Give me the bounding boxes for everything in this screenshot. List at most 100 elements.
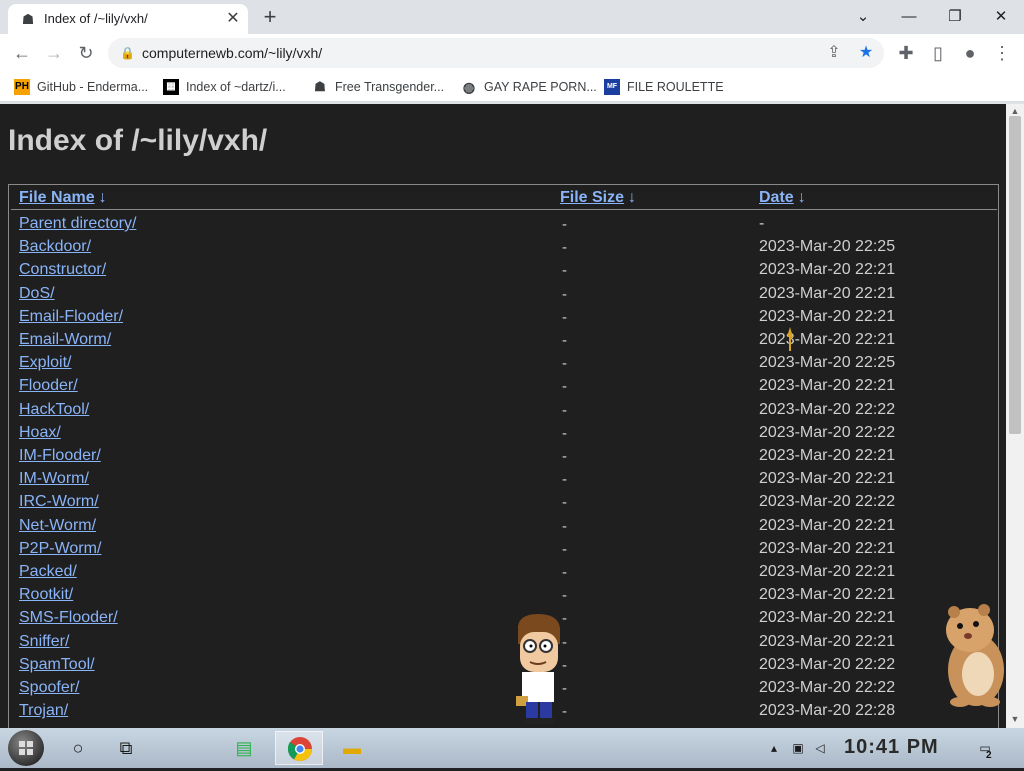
scroll-down-icon[interactable]: ▼: [1009, 714, 1021, 724]
file-date: 2023-Mar-20 22:22: [759, 679, 896, 696]
profile-avatar-icon[interactable]: ●: [958, 41, 982, 65]
chrome-icon: [287, 737, 312, 762]
search-circle-icon[interactable]: ○: [64, 734, 92, 762]
sort-by-size-header[interactable]: File Size ↓: [560, 189, 636, 207]
tab-favicon-icon: ☗: [21, 11, 35, 27]
table-row: SMS-Flooder/-2023-Mar-20 22:21: [9, 607, 999, 630]
file-explorer-icon[interactable]: ▬: [338, 734, 366, 762]
bookmark-item[interactable]: ☗ Free Transgender...: [312, 77, 444, 97]
tab-search-icon[interactable]: ⌄: [840, 4, 886, 30]
file-size: -: [562, 517, 567, 535]
task-view-icon[interactable]: ⧉: [112, 734, 140, 762]
restore-button[interactable]: ❐: [932, 4, 978, 30]
file-link[interactable]: Rootkit/: [19, 586, 73, 604]
file-size: -: [562, 448, 567, 465]
network-icon[interactable]: ▣: [790, 740, 806, 756]
address-bar[interactable]: 🔒 computernewb.com/~lily/vxh/ ⇪ ★: [108, 38, 884, 68]
pornhub-logo-icon: PH: [14, 79, 30, 95]
browser-chrome: ☗ Index of /~lily/vxh/ ✕ + ⌄ — ❐ ✕ ← → ↻…: [0, 0, 1024, 104]
file-size: -: [562, 540, 567, 558]
file-link[interactable]: SpamTool/: [19, 656, 95, 674]
minimize-button[interactable]: —: [886, 4, 932, 30]
file-link[interactable]: Parent directory/: [19, 215, 136, 233]
table-row: IRC-Worm/ - 2023-Mar-20 22:22: [9, 491, 999, 514]
file-roulette-icon: MF: [604, 79, 620, 95]
close-tab-icon[interactable]: ✕: [224, 10, 242, 28]
table-row: P2P-Worm/ - 2023-Mar-20 22:21: [9, 538, 999, 561]
file-size: -: [562, 355, 567, 373]
file-size: -: [562, 308, 567, 326]
file-link[interactable]: Email-Worm/: [19, 331, 111, 349]
chrome-taskbar-button[interactable]: [275, 731, 323, 765]
bookmark-label: GAY RAPE PORN...: [484, 80, 597, 94]
file-size: -: [562, 378, 567, 396]
bookmarks-bar: PH GitHub - Enderma... ▦ Index of ~dartz…: [0, 72, 1024, 102]
sort-by-name-header[interactable]: File Name ↓: [19, 189, 107, 207]
bookmark-star-icon[interactable]: ★: [856, 43, 876, 63]
page-scrollbar[interactable]: ▲ ▼: [1006, 104, 1024, 728]
page-content: Index of /~lily/vxh/ File Name ↓ File Siz…: [0, 104, 1006, 728]
file-link[interactable]: HackTool/: [19, 401, 89, 419]
file-date: 2023-Mar-20 22:22: [759, 493, 896, 511]
bookmark-label: Free Transgender...: [335, 80, 445, 94]
file-link[interactable]: Hoax/: [19, 424, 61, 442]
back-button[interactable]: ←: [10, 41, 34, 65]
bookmark-item[interactable]: PH GitHub - Enderma...: [14, 77, 148, 97]
file-link[interactable]: Sniffer/: [19, 633, 69, 651]
table-row: Exploit/ - 2023-Mar-20 22:25: [9, 352, 999, 375]
file-size: -: [562, 564, 567, 581]
menu-kebab-icon[interactable]: ⋮: [990, 41, 1014, 65]
bookmark-label: Index of ~dartz/i...: [186, 80, 286, 94]
share-icon[interactable]: ⇪: [824, 43, 844, 63]
file-link[interactable]: Packed/: [19, 563, 77, 581]
scroll-up-icon[interactable]: ▲: [1009, 106, 1021, 116]
notes-app-icon[interactable]: ▤: [230, 734, 258, 762]
file-date: -: [759, 215, 765, 232]
file-link[interactable]: SMS-Flooder/: [19, 609, 118, 627]
notifications-icon[interactable]: ▭: [974, 740, 996, 756]
file-date: 2023-Mar-20 22:21: [759, 331, 896, 348]
tab-active[interactable]: ☗ Index of /~lily/vxh/ ✕: [8, 4, 248, 34]
notification-count-badge: 2: [986, 750, 992, 761]
file-link[interactable]: Trojan/: [19, 702, 68, 720]
scrollbar-thumb[interactable]: [1009, 116, 1021, 434]
file-link[interactable]: IM-Worm/: [19, 470, 89, 488]
file-link[interactable]: Backdoor/: [19, 238, 91, 256]
bookmark-item[interactable]: ▦ Index of ~dartz/i...: [163, 77, 286, 97]
tab-title: Index of /~lily/vxh/: [44, 11, 148, 26]
bookmark-item[interactable]: ◍ GAY RAPE PORN...: [461, 77, 597, 97]
address-url: computernewb.com/~lily/vxh/: [142, 45, 323, 61]
file-date: 2023-Mar-20 22:22: [759, 400, 896, 418]
file-link[interactable]: Exploit/: [19, 354, 71, 372]
side-panel-icon[interactable]: ▯: [926, 41, 950, 65]
file-link[interactable]: IRC-Worm/: [19, 493, 99, 511]
close-window-button[interactable]: ✕: [978, 4, 1024, 30]
file-link[interactable]: DoS/: [19, 285, 55, 303]
table-row: Packed/ - 2023-Mar-20 22:21: [9, 561, 999, 584]
bookmark-item[interactable]: MF FILE ROULETTE: [604, 77, 724, 97]
file-date: 2023-Mar-20 22:21: [759, 632, 896, 650]
sort-by-date-header[interactable]: Date ↓: [759, 189, 806, 207]
table-row: Net-Worm/ - 2023-Mar-20 22:21: [9, 515, 999, 538]
lock-icon[interactable]: 🔒: [120, 45, 135, 61]
volume-muted-icon[interactable]: ◁: [812, 740, 828, 756]
file-size: -: [562, 332, 567, 349]
table-row: Spoofer/-2023-Mar-20 22:22: [9, 677, 999, 700]
start-button[interactable]: [8, 730, 44, 766]
file-link[interactable]: Email-Flooder/: [19, 308, 123, 326]
reload-button[interactable]: ↻: [74, 41, 98, 65]
new-tab-button[interactable]: +: [258, 6, 282, 30]
taskbar-clock[interactable]: 10:41 PM: [844, 736, 939, 759]
file-size: -: [562, 494, 567, 512]
file-link[interactable]: Spoofer/: [19, 679, 79, 697]
file-link[interactable]: Net-Worm/: [19, 517, 96, 535]
file-link[interactable]: IM-Flooder/: [19, 447, 101, 465]
file-link[interactable]: Constructor/: [19, 261, 106, 279]
forward-button[interactable]: →: [42, 41, 66, 65]
tray-expand-icon[interactable]: ▴: [766, 740, 782, 756]
page-title: Index of /~lily/vxh/: [8, 124, 268, 157]
file-link[interactable]: P2P-Worm/: [19, 540, 101, 558]
extensions-puzzle-icon[interactable]: ✚: [894, 41, 918, 65]
file-date: 2023-Mar-20 22:21: [759, 539, 896, 557]
file-link[interactable]: Flooder/: [19, 377, 78, 395]
